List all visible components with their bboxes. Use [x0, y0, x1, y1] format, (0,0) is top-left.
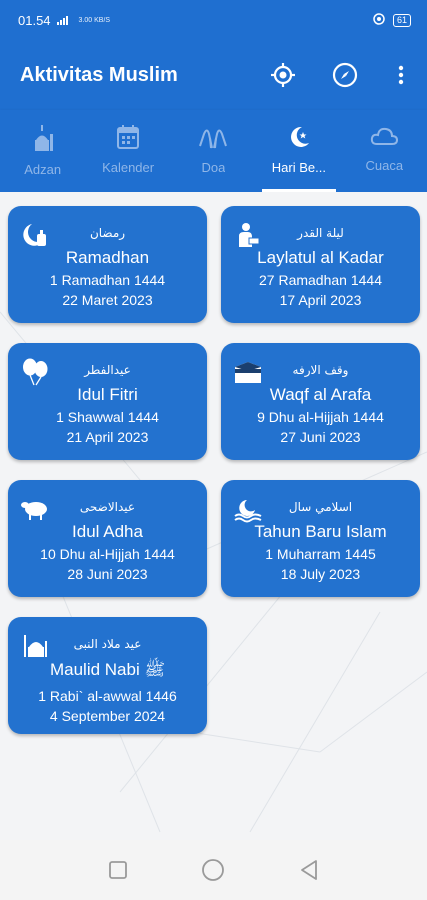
holiday-hijri-date: 9 Dhu al-Hijjah 1444 — [257, 409, 384, 425]
back-button[interactable] — [294, 855, 324, 885]
calendar-icon — [117, 125, 140, 149]
tab-label: Doa — [201, 160, 226, 175]
holiday-name: Tahun Baru Islam — [254, 522, 387, 541]
holiday-card-maulid-nabi[interactable]: عيد ملاد النبى Maulid Nabi ﷺ 1 Rabi` al-… — [8, 617, 207, 734]
crosshair-location-icon — [271, 63, 295, 87]
network-speed: 3.00 KB/S — [78, 16, 111, 24]
holiday-gregorian-date: 21 April 2023 — [66, 429, 149, 445]
person-reading-icon — [239, 223, 260, 247]
holiday-hijri-date: 1 Ramadhan 1444 — [49, 272, 166, 288]
holiday-hijri-date: 1 Rabi` al-awwal 1446 — [38, 688, 177, 704]
compass-button[interactable] — [325, 55, 365, 95]
status-bar: 01.54 3.00 KB/S 61 — [0, 0, 427, 40]
praying-hands-icon — [199, 129, 228, 149]
system-navigation-bar — [0, 840, 427, 900]
tab-bar: Adzan Kalender Doa Hari Be... Cuaca — [0, 110, 427, 192]
compass-icon — [332, 62, 358, 88]
holiday-gregorian-date: 17 April 2023 — [279, 292, 362, 308]
holiday-name: Idul Fitri — [77, 385, 138, 404]
square-recents-icon — [108, 861, 127, 879]
holiday-name: Waqf al Arafa — [269, 385, 372, 404]
battery-icon: 61 — [392, 13, 411, 27]
holiday-gregorian-date: 28 Juni 2023 — [67, 566, 148, 582]
tab-label: Cuaca — [365, 158, 404, 173]
holiday-gregorian-date: 22 Maret 2023 — [62, 292, 153, 308]
holiday-card-idul-adha[interactable]: عيدالاضحى Idul Adha 10 Dhu al-Hijjah 144… — [8, 480, 207, 597]
alarm-icon — [373, 12, 385, 28]
home-button[interactable] — [198, 855, 228, 885]
tab-doa[interactable]: Doa — [171, 110, 256, 192]
tab-cuaca[interactable]: Cuaca — [342, 110, 427, 192]
mosque-icon — [24, 635, 47, 657]
overflow-menu-button[interactable] — [387, 55, 415, 95]
holiday-gregorian-date: 27 Juni 2023 — [280, 429, 361, 445]
holiday-hijri-date: 1 Shawwal 1444 — [56, 409, 159, 425]
holiday-name: Maulid Nabi ﷺ — [49, 660, 166, 679]
cloud-icon — [371, 127, 399, 145]
holiday-card-laylatul-al-kadar[interactable]: ليلة القدر Laylatul al Kadar 27 Ramadhan… — [221, 206, 420, 323]
tab-label: Kalender — [102, 160, 155, 175]
battery-level: 61 — [396, 14, 407, 25]
holiday-card-waqf-al-arafa[interactable]: وقف الارفه Waqf al Arafa 9 Dhu al-Hijjah… — [221, 343, 420, 460]
more-vert-icon — [398, 65, 404, 85]
triangle-back-icon — [301, 860, 318, 880]
mosque-icon — [34, 125, 53, 151]
tab-label: Adzan — [24, 162, 62, 177]
holiday-list: رمضان Ramadhan 1 Ramadhan 1444 22 Maret … — [0, 192, 427, 840]
circle-home-icon — [202, 859, 225, 881]
status-time: 01.54 — [18, 12, 51, 28]
sheep-icon — [21, 502, 47, 520]
tab-adzan[interactable]: Adzan — [0, 110, 85, 192]
kaaba-icon — [235, 362, 261, 383]
tab-label: Hari Be... — [271, 160, 326, 175]
crescent-icon — [290, 126, 309, 147]
holiday-hijri-date: 1 Muharram 1445 — [265, 546, 376, 562]
holiday-name: Ramadhan — [65, 248, 150, 267]
holiday-gregorian-date: 18 July 2023 — [280, 566, 361, 582]
crescent-water-icon — [234, 500, 262, 523]
balloons-icon — [23, 358, 48, 386]
holiday-name: Idul Adha — [72, 522, 143, 541]
holiday-gregorian-date: 4 September 2024 — [49, 708, 166, 724]
location-button[interactable] — [263, 55, 303, 95]
app-title: Aktivitas Muslim — [20, 63, 178, 86]
tab-hari-besar[interactable]: Hari Be... — [256, 110, 341, 192]
recents-button[interactable] — [103, 855, 133, 885]
holiday-card-ramadhan[interactable]: رمضان Ramadhan 1 Ramadhan 1444 22 Maret … — [8, 206, 207, 323]
holiday-hijri-date: 27 Ramadhan 1444 — [259, 272, 382, 288]
app-bar: Aktivitas Muslim — [0, 40, 427, 110]
tab-kalender[interactable]: Kalender — [85, 110, 170, 192]
crescent-lantern-icon — [23, 224, 46, 246]
holiday-card-tahun-baru-islam[interactable]: اسلامي سال Tahun Baru Islam 1 Muharram 1… — [221, 480, 420, 597]
holiday-hijri-date: 10 Dhu al-Hijjah 1444 — [40, 546, 175, 562]
holiday-card-idul-fitri[interactable]: عيدالفطر Idul Fitri 1 Shawwal 1444 21 Ap… — [8, 343, 207, 460]
signal-icon — [56, 13, 73, 28]
holiday-name: Laylatul al Kadar — [257, 248, 384, 267]
